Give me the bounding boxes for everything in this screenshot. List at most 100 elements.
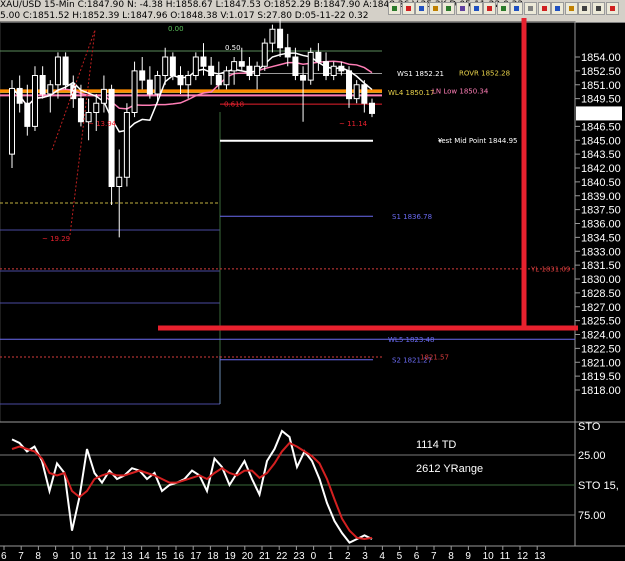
x-tick-label: 5 [397,551,403,561]
level-label: 0.618 [224,101,244,109]
x-tick-label: 23 [293,551,305,561]
yrange-label: 2612 YRange [416,463,483,475]
y-tick-label: 1849.50 [581,94,621,106]
candle [100,88,107,104]
candle [208,65,215,76]
candle [277,28,284,49]
x-tick-label: 10 [70,551,82,561]
y-tick-label: 1852.50 [581,66,621,78]
candle [154,75,161,95]
y-tick-label: 1822.50 [581,343,621,355]
candle [307,51,314,81]
y-tick-label: 1839.00 [581,191,621,203]
fib-trend-line [69,29,96,236]
y-tick-label: 1842.00 [581,163,621,175]
level-label: ROVR 1852.28 [459,69,510,77]
candle [192,56,199,76]
x-tick-label: 6 [414,551,420,561]
x-tick-label: 6 [1,551,7,561]
candle [116,176,123,187]
candle [300,75,307,81]
arrow-icon: ← [438,137,444,145]
x-tick-label: 1 [328,551,334,561]
fib-label: 0.00 [168,25,184,33]
level-label: WL4 1850.17 [388,89,434,97]
candle [77,98,84,123]
y-tick-label: 1837.50 [581,205,621,217]
level-label: S1 1836.78 [392,213,432,221]
x-tick-label: 7 [431,551,437,561]
x-tick-label: 9 [465,551,471,561]
x-tick-label: 4 [379,551,385,561]
candle [185,75,192,86]
y-tick-label: 1831.50 [581,260,621,272]
candle [169,56,176,76]
x-tick-label: 2 [345,551,351,561]
candle [338,65,345,72]
price-chart[interactable]: 1854.001852.501851.001849.501846.501845.… [0,0,625,561]
td-label: 1114 TD [416,439,456,451]
level-label: YL 1831.09 [530,265,570,273]
sto-indicator-label: STO 15, [578,480,619,492]
x-tick-label: 12 [517,551,529,561]
candle [361,84,368,104]
level-label: LN Low 1850.34 [432,87,489,95]
y-tick-label: 1845.00 [581,135,621,147]
candle [93,102,100,113]
x-tick-label: 22 [276,551,288,561]
level-label: 1821.57 [420,353,449,361]
candle [31,75,38,127]
sto-tick-label: 75.00 [578,510,606,522]
candle [231,61,238,72]
x-tick-label: 20 [242,551,254,561]
x-tick-label: 13 [121,551,133,561]
chart-window: 5.00 C:1851.52 H:1852.39 L:1847.96 O:184… [0,0,625,561]
sto-k-line [11,429,373,544]
candle [131,70,138,113]
y-tick-label: 1834.50 [581,232,621,244]
candle [284,47,291,58]
x-tick-label: 9 [53,551,59,561]
candle [162,56,169,76]
candle [9,87,15,155]
candle [54,56,61,86]
price-panel-frame [0,21,576,423]
candle [47,84,54,95]
y-tick-label: 1821.00 [581,357,621,369]
level-label: WS1 1852.21 [397,70,444,78]
candle [62,56,69,86]
y-tick-label: 1843.50 [581,149,621,161]
y-tick-label: 1840.50 [581,177,621,189]
y-tick-label: 1827.00 [581,302,621,314]
x-tick-label: 17 [190,551,202,561]
fib-annotation: ~ 11.14 [339,120,368,128]
candle [123,112,130,178]
fib-label: 0.50 [225,44,241,52]
y-tick-label: 1825.50 [581,316,621,328]
candle [238,61,245,67]
sto-tick-label: 25.00 [578,450,606,462]
y-tick-label: 1818.00 [581,385,621,397]
y-tick-label: 1824.00 [581,330,621,342]
x-tick-label: 14 [139,551,151,561]
fib-annotation: ~ 13.94 [88,120,117,128]
candle [315,51,322,63]
fib-annotation: ~ 19.29 [42,235,70,243]
y-tick-label: 1854.00 [581,52,621,64]
x-tick-label: 11 [500,551,511,561]
candle [292,56,299,76]
candle [346,70,353,100]
candle [108,88,115,187]
x-tick-label: 21 [259,551,271,561]
y-tick-label: 1851.00 [581,80,621,92]
last-price-label: 1847.90 [579,108,619,120]
x-tick-label: 15 [156,551,168,561]
y-tick-label: 1836.00 [581,219,621,231]
x-tick-label: 11 [87,551,98,561]
x-tick-label: 19 [225,551,237,561]
y-tick-label: 1819.50 [581,371,621,383]
x-tick-label: 8 [35,551,41,561]
candle [146,79,153,95]
candle [200,56,207,67]
y-tick-label: 1846.50 [581,121,621,133]
